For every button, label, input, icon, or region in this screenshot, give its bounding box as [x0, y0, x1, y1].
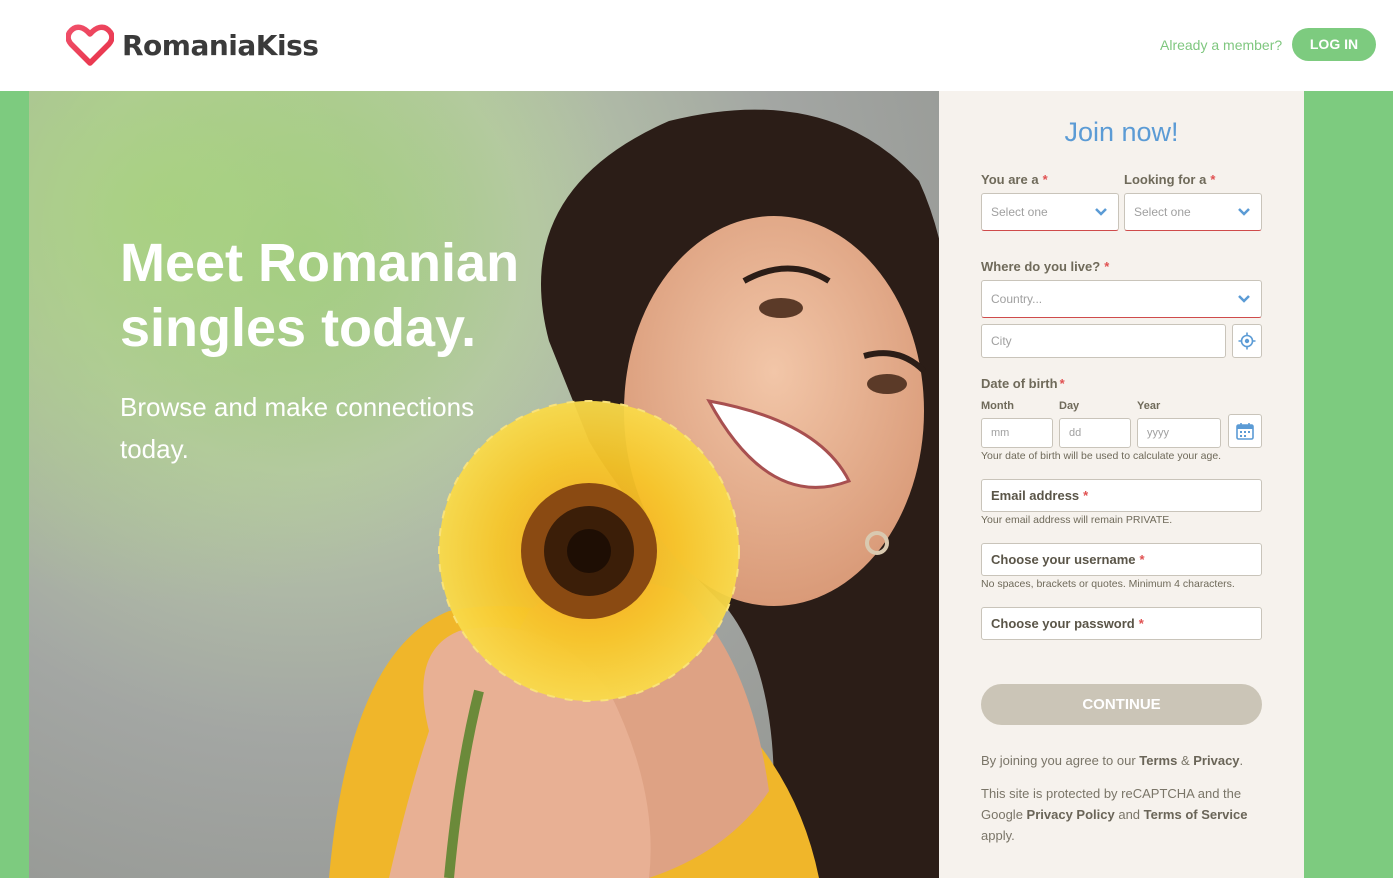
- continue-button[interactable]: CONTINUE: [981, 684, 1262, 725]
- required-mark: *: [1104, 259, 1110, 274]
- required-mark: *: [1059, 376, 1065, 391]
- calendar-button[interactable]: [1228, 414, 1262, 448]
- calendar-icon: [1236, 423, 1254, 440]
- join-title: Join now!: [1064, 117, 1179, 147]
- month-label: Month: [981, 400, 1014, 412]
- required-mark: *: [1138, 616, 1144, 631]
- username-hint: No spaces, brackets or quotes. Minimum 4…: [981, 578, 1235, 590]
- terms-notice: By joining you agree to our Terms & Priv…: [981, 750, 1261, 771]
- privacy-policy-link[interactable]: Privacy Policy: [1027, 807, 1115, 822]
- password-input[interactable]: Choose your password *: [981, 607, 1262, 640]
- you-are-label-text: You are a: [981, 172, 1039, 187]
- recaptcha-notice: This site is protected by reCAPTCHA and …: [981, 783, 1261, 846]
- dob-label: Date of birth *: [981, 376, 1065, 391]
- ampersand: &: [1180, 753, 1190, 768]
- period: .: [1239, 753, 1244, 768]
- day-placeholder: dd: [1069, 427, 1082, 439]
- looking-for-value: Select one: [1134, 205, 1191, 219]
- year-label: Year: [1137, 400, 1161, 412]
- signup-panel: Join now! You are a * Looking for a * Sele…: [939, 91, 1304, 878]
- month-input[interactable]: mm: [981, 418, 1053, 448]
- heart-logo-icon: [66, 24, 114, 66]
- privacy-link[interactable]: Privacy: [1193, 753, 1239, 768]
- country-placeholder: Country...: [991, 292, 1043, 306]
- terms-of-service-link[interactable]: Terms of Service: [1144, 807, 1248, 822]
- dob-hint: Your date of birth will be used to calcu…: [981, 450, 1222, 462]
- chevron-down-icon: [1238, 208, 1250, 216]
- month-placeholder: mm: [991, 427, 1010, 439]
- looking-for-label: Looking for a *: [1124, 172, 1215, 187]
- already-member-text: Already a member?: [1160, 37, 1283, 53]
- site-header: RomaniaKiss Already a member? LOG IN: [0, 0, 1393, 91]
- year-placeholder: yyyy: [1147, 427, 1169, 439]
- required-mark: *: [1210, 172, 1216, 187]
- hero-banner: Meet Romanian singles today. Browse and …: [29, 91, 939, 878]
- chevron-down-icon: [1095, 208, 1107, 216]
- chevron-down-icon: [1238, 295, 1250, 303]
- email-label: Email address: [991, 488, 1080, 503]
- hero-title: Meet Romanian singles today.: [120, 233, 520, 358]
- country-select[interactable]: Country...: [981, 280, 1262, 318]
- email-input[interactable]: Email address *: [981, 479, 1262, 512]
- apply-text: apply.: [981, 828, 1015, 843]
- dob-label-text: Date of birth: [981, 376, 1058, 391]
- brand-logo[interactable]: RomaniaKiss: [66, 24, 319, 66]
- city-placeholder: City: [991, 334, 1012, 348]
- hero-photo: [29, 91, 939, 878]
- day-label: Day: [1059, 400, 1080, 412]
- required-mark: *: [1083, 488, 1089, 503]
- password-label: Choose your password: [991, 616, 1135, 631]
- city-input[interactable]: City: [981, 324, 1226, 358]
- you-are-label: You are a *: [981, 172, 1048, 187]
- day-input[interactable]: dd: [1059, 418, 1131, 448]
- where-live-label-text: Where do you live?: [981, 259, 1101, 274]
- username-input[interactable]: Choose your username *: [981, 543, 1262, 576]
- terms-prefix: By joining you agree to our: [981, 753, 1136, 768]
- hero-text-block: Meet Romanian singles today. Browse and …: [120, 231, 520, 470]
- terms-link[interactable]: Terms: [1139, 753, 1177, 768]
- hero-subtitle: Browse and make connections today.: [120, 392, 475, 464]
- and-text: and: [1118, 807, 1141, 822]
- brand-name: RomaniaKiss: [122, 28, 319, 62]
- required-mark: *: [1139, 552, 1145, 567]
- you-are-value: Select one: [991, 205, 1048, 219]
- year-input[interactable]: yyyy: [1137, 418, 1221, 448]
- crosshair-icon: [1238, 332, 1256, 350]
- looking-for-label-text: Looking for a: [1124, 172, 1207, 187]
- locate-me-button[interactable]: [1232, 324, 1262, 358]
- username-label: Choose your username: [991, 552, 1136, 567]
- where-live-label: Where do you live? *: [981, 259, 1109, 274]
- required-mark: *: [1042, 172, 1048, 187]
- login-button[interactable]: LOG IN: [1292, 28, 1376, 61]
- looking-for-select[interactable]: Select one: [1124, 193, 1262, 231]
- email-hint: Your email address will remain PRIVATE.: [981, 514, 1173, 526]
- you-are-select[interactable]: Select one: [981, 193, 1119, 231]
